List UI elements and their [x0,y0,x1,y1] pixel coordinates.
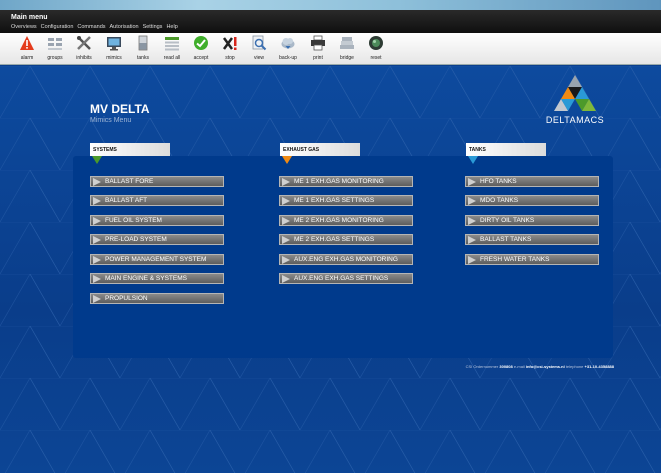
bridge-icon [340,37,354,49]
alarm-label: alarm [20,55,34,61]
inhibits-label: inhibits [76,55,92,61]
bridge-button[interactable]: bridge [332,35,362,63]
tanks-button[interactable]: tanks [128,35,158,63]
footer-email-label: e-mail [513,364,525,369]
back-up-label: back-up [279,55,297,61]
stop-button[interactable]: stop [215,35,245,63]
tanks-label: tanks [137,55,149,61]
inhibits-button[interactable]: inhibits [69,35,99,63]
footer-phone-label: telephone [565,364,584,369]
back-up-icon [281,38,295,49]
tanks-button-ballast[interactable]: BALLAST TANKS [465,234,599,245]
alarm-icon [20,36,34,50]
view-icon [252,35,267,51]
view-button[interactable]: view [244,35,274,63]
systems-button-propulsion[interactable]: PROPULSION [90,293,224,304]
groups-label: groups [47,55,63,61]
footer-order-number: 300808 [499,364,513,369]
page-heading: MV DELTA Mimics Menu [90,102,150,124]
exhaust-gas-tab-label: EXHAUST GAS [283,147,320,153]
window-title: Main menu [11,14,48,21]
menu-list: Overviews Configuration Commands Autoris… [11,24,178,30]
exhaust-button-me1-monitoring[interactable]: ME 1 EXH.GAS MONITORING [279,176,413,187]
toolbar: alarm groups inhibits mimics tanks read … [0,33,661,65]
deltamacs-logo-icon [554,75,596,111]
systems-tab-label: SYSTEMS [93,147,117,153]
reset-button[interactable]: reset [361,35,391,63]
tanks-tab: TANKS [466,143,546,164]
page-subtitle: Mimics Menu [90,117,132,124]
mimics-icon [107,37,121,51]
accept-icon [194,36,208,50]
tanks-icon [138,35,148,51]
bridge-label: bridge [340,55,354,61]
reset-label: reset [370,55,382,61]
menu-autorisation[interactable]: Autorisation [110,24,139,30]
read-all-button[interactable]: read all [157,35,187,63]
tanks-button-hfo[interactable]: HFO TANKS [465,176,599,187]
mimics-label: mimics [106,55,122,61]
menu-commands[interactable]: Commands [77,24,105,30]
exhaust-button-me1-settings[interactable]: ME 1 EXH.GAS SETTINGS [279,195,413,206]
menu-overviews[interactable]: Overviews [11,24,37,30]
view-label: view [253,55,264,61]
footer-email[interactable]: info@csi-systems.nl [526,364,565,369]
tanks-button-mdo[interactable]: MDO TANKS [465,195,599,206]
exhaust-button-aux-settings[interactable]: AUX.ENG EXH.GAS SETTINGS [279,273,413,284]
print-button[interactable]: print [303,35,333,63]
systems-button-ballast-aft[interactable]: BALLAST AFT [90,195,224,206]
groups-icon [48,38,62,50]
footer-phone: +31-10-4358888 [584,364,614,369]
systems-marker-icon [92,156,102,164]
vessel-title: MV DELTA [90,102,150,116]
back-up-button[interactable]: back-up [273,35,303,63]
mimics-button[interactable]: mimics [99,35,129,63]
exhaust-button-me2-settings[interactable]: ME 2 EXH.GAS SETTINGS [279,234,413,245]
accept-label: accept [193,55,209,61]
exhaust-button-aux-monitoring[interactable]: AUX.ENG EXH.GAS MONITORING [279,254,413,265]
read-all-icon [165,37,179,51]
systems-tab: SYSTEMS [90,143,170,164]
reset-icon [369,36,383,50]
systems-button-fuel-oil[interactable]: FUEL OIL SYSTEM [90,215,224,226]
systems-button-pre-load[interactable]: PRE-LOAD SYSTEM [90,234,224,245]
print-label: print [313,55,323,61]
inhibits-icon [77,36,91,50]
alarm-button[interactable]: alarm [12,35,42,63]
footer-order-label: CSI Ordernummer [465,364,499,369]
stop-icon [222,37,237,50]
logo-text: DELTAMACS [545,115,605,125]
menu-help[interactable]: Help [166,24,177,30]
exhaust-button-me2-monitoring[interactable]: ME 2 EXH.GAS MONITORING [279,215,413,226]
systems-button-power-management[interactable]: POWER MANAGEMENT SYSTEM [90,254,224,265]
exhaust-gas-tab: EXHAUST GAS [280,143,360,164]
accept-button[interactable]: accept [186,35,216,63]
groups-button[interactable]: groups [40,35,70,63]
print-icon [311,35,325,51]
tanks-marker-icon [468,156,478,164]
menu-bar: Main menu Overviews Configuration Comman… [0,10,661,33]
tanks-button-fresh-water[interactable]: FRESH WATER TANKS [465,254,599,265]
systems-button-main-engine[interactable]: MAIN ENGINE & SYSTEMS [90,273,224,284]
tanks-button-dirty-oil[interactable]: DIRTY OIL TANKS [465,215,599,226]
top-strip [0,0,661,10]
menu-settings[interactable]: Settings [143,24,163,30]
systems-button-ballast-fore[interactable]: BALLAST FORE [90,176,224,187]
tanks-tab-label: TANKS [469,147,486,153]
exhaust-gas-marker-icon [282,156,292,164]
menu-configuration[interactable]: Configuration [41,24,74,30]
read-all-label: read all [163,55,181,61]
deltamacs-logo: DELTAMACS [536,73,614,128]
footer-contact: CSI Ordernummer 300808 e-mail info@csi-s… [300,364,614,369]
stop-label: stop [225,55,235,61]
